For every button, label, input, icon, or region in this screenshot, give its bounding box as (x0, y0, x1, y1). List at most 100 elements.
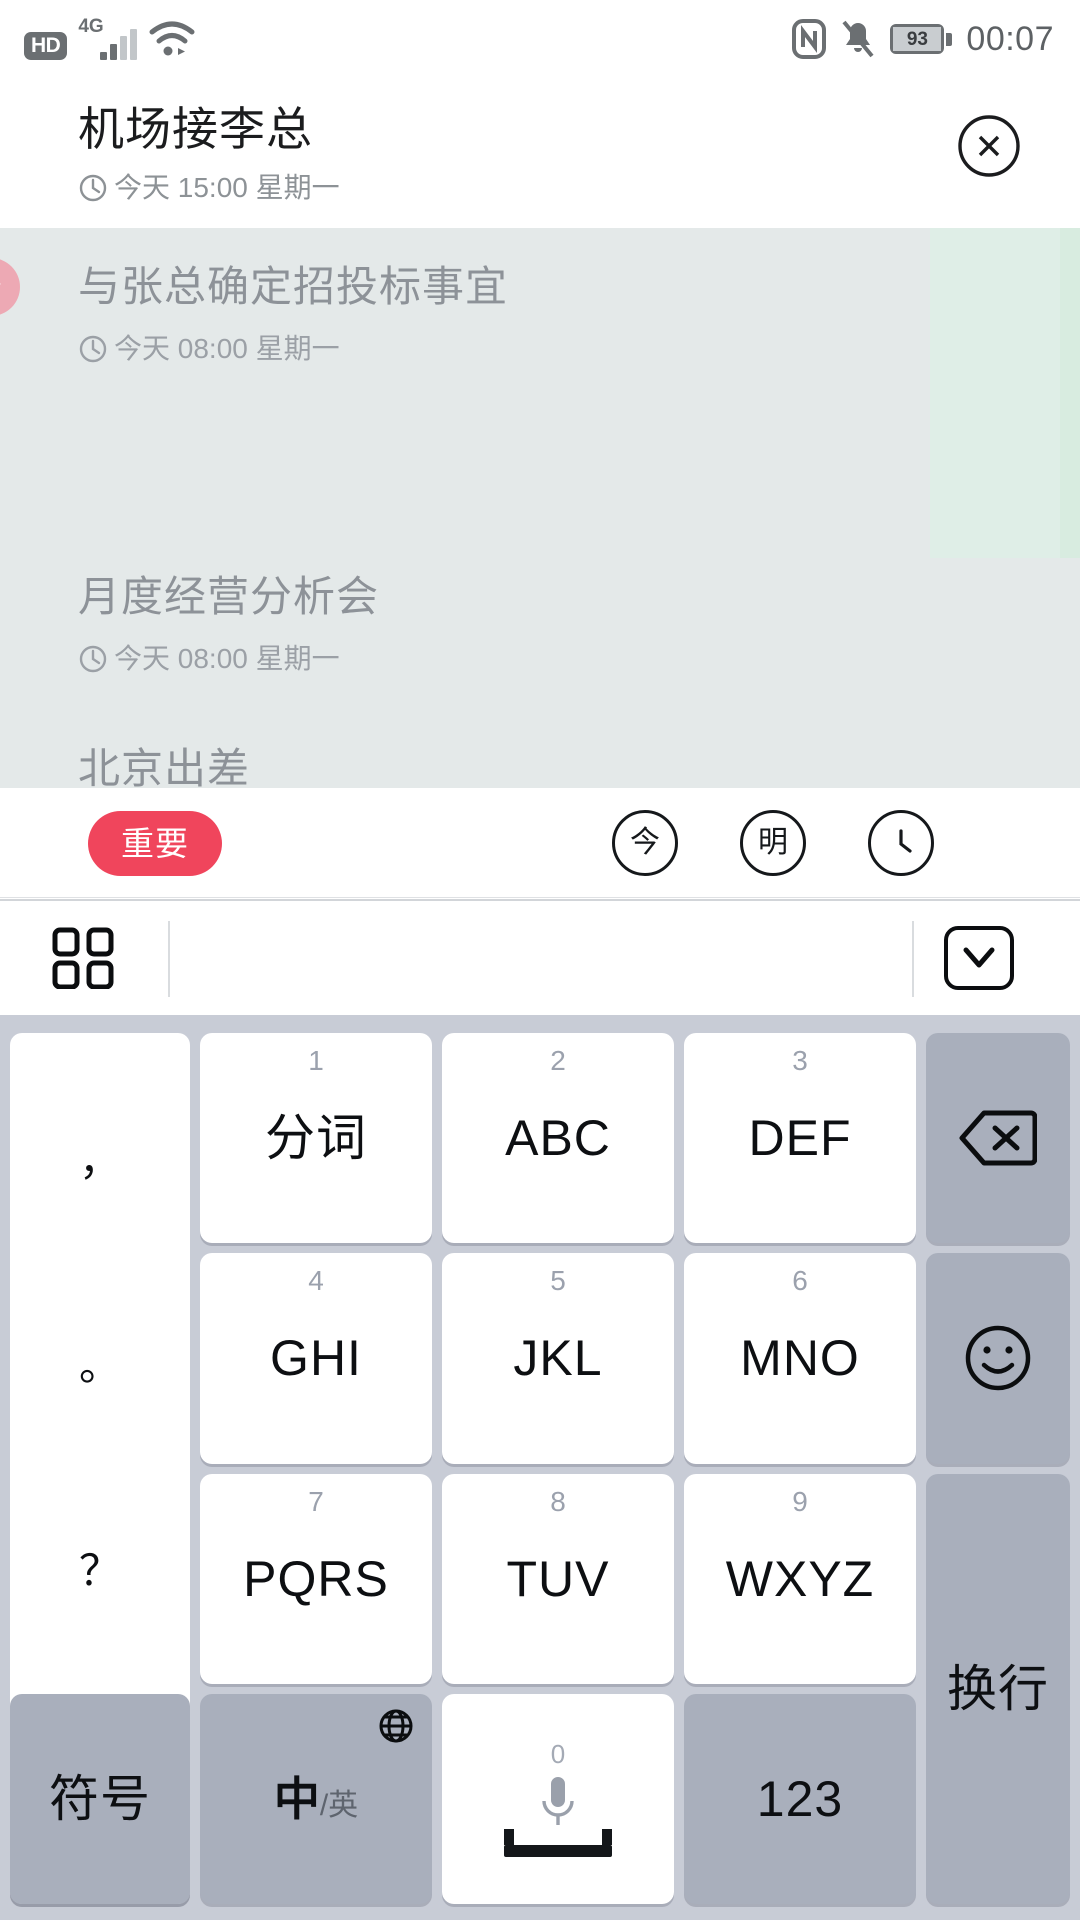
key-9[interactable]: 9 WXYZ (684, 1473, 916, 1684)
quick-action-bar: 重要 今 明 (0, 788, 1080, 898)
clock-icon (79, 335, 107, 363)
list-item[interactable]: 与张总确定招投标事宜 今天 08:00 星期一 (0, 258, 1080, 364)
star-icon (0, 283, 1, 285)
smiley-icon (965, 1326, 1031, 1391)
task-time-label: 今天 08:00 星期一 (114, 333, 340, 364)
lang-cn-label: 中 (273, 1772, 320, 1825)
space-key[interactable]: 0 (442, 1693, 674, 1904)
task-time-label: 今天 08:00 星期一 (114, 643, 340, 674)
clock-icon (79, 645, 107, 673)
hd-icon: HD (24, 32, 68, 60)
numeric-key[interactable]: 123 (684, 1693, 916, 1904)
backspace-icon (959, 1110, 1037, 1166)
clock-icon (899, 829, 912, 853)
nfc-icon (792, 19, 827, 59)
time-picker-button[interactable] (868, 810, 934, 876)
key-6[interactable]: 6 MNO (684, 1253, 916, 1464)
key-label: DEF (748, 1110, 852, 1167)
battery-icon: 93 (890, 24, 953, 54)
key-number: 1 (308, 1045, 324, 1076)
key-label: WXYZ (725, 1550, 875, 1607)
task-title: 北京出差 (0, 745, 1080, 789)
list-item[interactable]: 月度经营分析会 今天 08:00 星期一 (0, 576, 1080, 674)
bell-muted-icon (842, 20, 874, 58)
chevron-down-icon (963, 947, 995, 968)
key-8[interactable]: 8 TUV (442, 1473, 674, 1684)
wifi-icon (149, 21, 195, 56)
signal-icon: 4G (78, 16, 138, 60)
network-type-label: 4G (78, 16, 104, 37)
key-number: 7 (308, 1485, 324, 1517)
status-bar-right: 93 00:07 (792, 19, 1054, 59)
status-bar-clock: 00:07 (966, 19, 1054, 58)
period-label: 。 (78, 1342, 121, 1390)
key-1[interactable]: 1 分词 (200, 1033, 432, 1244)
task-list[interactable]: 与张总确定招投标事宜 今天 08:00 星期一 月度经营分析会 今天 08:00… (0, 228, 1080, 788)
phone-screen: HD 4G 93 00:07 机场接李总 今天 15:00 星期一 与张总确定招… (0, 0, 1080, 1920)
current-task-time-label: 今天 15:00 星期一 (114, 172, 340, 203)
status-bar: HD 4G 93 00:07 (0, 0, 1080, 78)
key-3[interactable]: 3 DEF (684, 1033, 916, 1244)
symbol-key[interactable]: 符号 (10, 1693, 190, 1904)
enter-key[interactable]: 换行 (926, 1473, 1070, 1904)
star-badge (0, 258, 20, 316)
collapse-keyboard-button[interactable] (944, 926, 1014, 990)
lang-en-label: /英 (319, 1788, 359, 1822)
globe-icon (379, 1709, 413, 1743)
task-time: 今天 08:00 星期一 (0, 334, 1080, 364)
status-bar-left: HD 4G (24, 16, 196, 60)
important-tag-button[interactable]: 重要 (88, 811, 222, 876)
key-label: ABC (505, 1110, 611, 1167)
task-title-label: 月度经营分析会 (78, 573, 380, 620)
microphone-icon (542, 1776, 574, 1825)
key-number: 3 (792, 1045, 808, 1076)
close-circle-icon (958, 115, 1020, 177)
question-label: ？ (78, 1546, 121, 1594)
comma-label: ， (78, 1137, 121, 1185)
key-number: 8 (550, 1485, 566, 1517)
task-title-label: 与张总确定招投标事宜 (78, 263, 509, 310)
key-4[interactable]: 4 GHI (200, 1253, 432, 1464)
language-switch-key[interactable]: 中/英 (200, 1693, 432, 1904)
key-label: MNO (740, 1330, 860, 1387)
key-number: 2 (550, 1045, 566, 1076)
task-title: 月度经营分析会 (0, 576, 1080, 618)
key-label: PQRS (243, 1550, 389, 1607)
battery-level-label: 93 (893, 27, 942, 51)
key-number: 4 (308, 1265, 324, 1297)
current-task-time: 今天 15:00 星期一 (78, 173, 340, 203)
keyboard: ， 。 ？ ！ 1 分词 2 ABC 3 DEF (0, 1015, 1080, 1920)
space-bar-icon (504, 1828, 612, 1857)
clock-icon (79, 174, 107, 202)
toolbar-divider-right (912, 921, 914, 997)
keyboard-toolbar (0, 899, 1080, 1015)
emoji-key[interactable] (926, 1253, 1070, 1464)
space-number-label: 0 (550, 1738, 566, 1769)
current-task-header: 机场接李总 今天 15:00 星期一 (0, 78, 1080, 228)
tomorrow-button[interactable]: 明 (740, 810, 806, 876)
key-label: TUV (506, 1550, 610, 1607)
today-button[interactable]: 今 (612, 810, 678, 876)
key-7[interactable]: 7 PQRS (200, 1473, 432, 1684)
page-title: 机场接李总 (78, 103, 313, 155)
key-number: 6 (792, 1265, 808, 1297)
backspace-key[interactable] (926, 1033, 1070, 1244)
list-item[interactable]: 北京出差 明天 08:00 星期二 (0, 745, 1080, 789)
task-title-label: 北京出差 (78, 745, 251, 789)
key-5[interactable]: 5 JKL (442, 1253, 674, 1464)
enter-label: 换行 (947, 1660, 1049, 1717)
grid-apps-icon (52, 927, 114, 990)
key-label: 分词 (265, 1110, 367, 1167)
key-label: GHI (270, 1330, 362, 1387)
grid-apps-button[interactable] (52, 927, 114, 994)
key-label: JKL (513, 1330, 603, 1387)
key-number: 9 (792, 1485, 808, 1517)
task-time: 今天 08:00 星期一 (0, 644, 1080, 674)
key-2[interactable]: 2 ABC (442, 1033, 674, 1244)
key-number: 5 (550, 1265, 566, 1297)
symbol-label: 符号 (49, 1770, 151, 1827)
close-button[interactable] (956, 113, 1022, 179)
numeric-label: 123 (756, 1770, 844, 1827)
signal-bars-icon (100, 29, 138, 60)
toolbar-divider-left (168, 921, 170, 997)
